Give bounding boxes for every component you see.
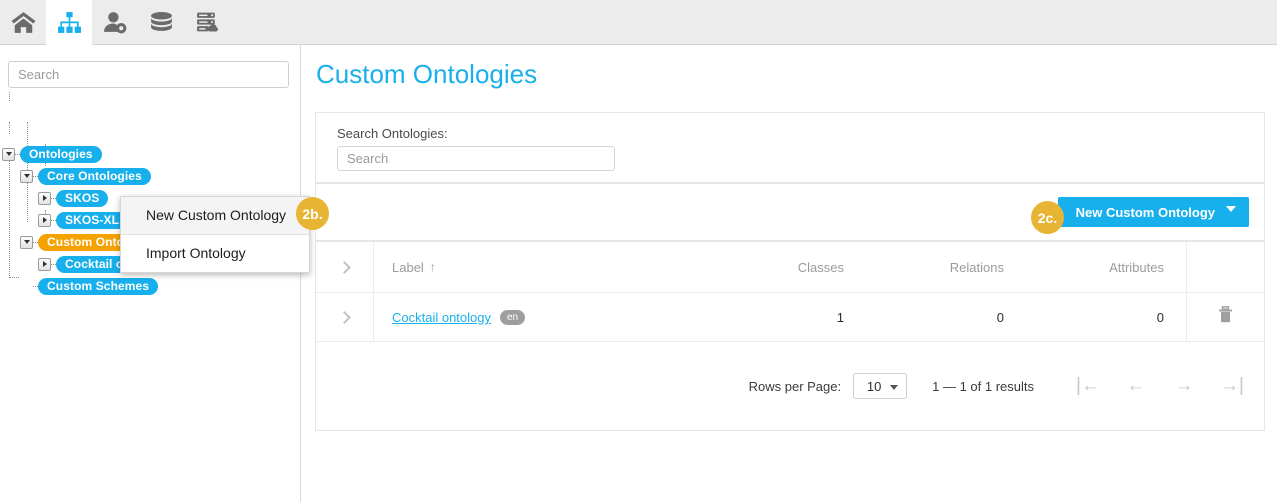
ontology-link[interactable]: Cocktail ontology (392, 310, 491, 325)
rows-per-page-value: 10 (866, 378, 882, 394)
pagination-next-button[interactable]: → (1160, 368, 1208, 404)
trash-icon (1218, 306, 1233, 328)
column-header-label-text: Label (392, 259, 424, 275)
tree-node-core-ontologies[interactable]: Core Ontologies (20, 167, 151, 185)
hierarchy-icon (57, 11, 82, 34)
server-cloud-icon (195, 11, 220, 34)
tree-node-skos[interactable]: SKOS (38, 189, 109, 207)
tree-node-label: SKOS-XL (56, 211, 129, 229)
results-count-text: 1 — 1 of 1 results (932, 378, 1034, 394)
ontologies-table-card: Label ↑ Classes Relations Attributes Coc… (315, 241, 1265, 431)
rows-per-page-select[interactable]: 10 (853, 373, 908, 399)
chevron-down-icon (23, 174, 30, 178)
tree-node-label: Core Ontologies (38, 167, 151, 185)
toolbar-tab-home[interactable] (0, 0, 46, 45)
tree-connector (9, 160, 10, 278)
pagination-first-button[interactable]: |← (1064, 368, 1112, 404)
column-header-label[interactable]: Label ↑ (374, 260, 706, 275)
tree-toggle-ontologies[interactable] (2, 147, 15, 161)
chevron-right-icon (42, 195, 47, 201)
tree-connector (9, 122, 10, 134)
chevron-down-icon (890, 385, 899, 390)
pagination-prev-button[interactable]: ← (1112, 368, 1160, 404)
tree-toggle-skos-xl[interactable] (38, 213, 51, 227)
table-row[interactable]: Cocktail ontology en 1 0 0 (316, 293, 1264, 342)
row-classes-count: 1 (836, 309, 844, 325)
column-header-relations[interactable]: Relations (866, 260, 1026, 275)
language-badge: en (500, 309, 526, 325)
tree-connector (9, 277, 19, 278)
tree-toggle-skos[interactable] (38, 191, 51, 205)
main-content: Custom Ontologies Search Ontologies: New… (302, 45, 1277, 502)
chevron-right-icon (42, 261, 47, 267)
table-header-row: Label ↑ Classes Relations Attributes (316, 242, 1264, 293)
tree-toggle-spacer (20, 280, 33, 293)
context-menu-item-new-custom-ontology[interactable]: New Custom Ontology (121, 197, 309, 234)
tree-node-label: SKOS (56, 189, 109, 207)
toolbar-tab-users[interactable] (92, 0, 138, 45)
chevron-right-icon (338, 260, 351, 274)
tree-node-label: Ontologies (20, 145, 102, 163)
tree-toggle-cocktail-ontology[interactable] (38, 257, 51, 271)
tree-toggle-custom-ontologies[interactable] (20, 235, 33, 249)
search-ontologies-label: Search Ontologies: (337, 126, 448, 141)
column-header-attributes[interactable]: Attributes (1026, 260, 1186, 275)
rows-per-page-label: Rows per Page: (748, 378, 842, 394)
sort-ascending-icon: ↑ (429, 260, 436, 274)
toolbar-tab-servers[interactable] (184, 0, 230, 45)
search-ontologies-input[interactable] (337, 146, 615, 171)
database-icon (149, 11, 174, 34)
row-relations-count: 0 (996, 309, 1004, 325)
tree-node-custom-schemes[interactable]: Custom Schemes (20, 277, 159, 295)
chevron-down-icon (23, 240, 30, 244)
ontology-tree: Ontologies Core Ontologies SKOS SKOS-XL … (0, 92, 301, 500)
tree-node-label: Custom Schemes (38, 277, 159, 295)
action-bar-card: New Custom Ontology (315, 183, 1265, 241)
table-pagination: Rows per Page: 10 1 — 1 of 1 results |← … (316, 342, 1264, 430)
chevron-right-icon (338, 310, 351, 324)
row-expand-toggle[interactable] (316, 293, 374, 341)
page-title: Custom Ontologies (316, 59, 538, 89)
app-toolbar (0, 0, 1277, 45)
new-custom-ontology-button[interactable]: New Custom Ontology (1057, 197, 1249, 227)
step-badge-2c: 2c. (1031, 201, 1064, 234)
sidebar-search-input[interactable] (8, 61, 289, 88)
column-header-actions (1186, 242, 1264, 292)
home-icon (11, 11, 36, 34)
tree-node-skos-xl[interactable]: SKOS-XL (38, 211, 129, 229)
tree-toggle-core-ontologies[interactable] (20, 169, 33, 183)
tree-node-ontologies[interactable]: Ontologies (2, 145, 102, 163)
toolbar-tab-ontologies[interactable] (46, 0, 92, 45)
tree-connector (9, 92, 10, 101)
tree-context-menu: New Custom Ontology Import Ontology (120, 196, 310, 273)
column-header-classes[interactable]: Classes (706, 260, 866, 275)
user-settings-icon (103, 11, 128, 34)
row-label-cell: Cocktail ontology en (374, 309, 706, 325)
row-attributes-count: 0 (1156, 309, 1164, 325)
chevron-down-icon (5, 152, 12, 156)
step-badge-2b: 2b. (296, 197, 329, 230)
context-menu-item-import-ontology[interactable]: Import Ontology (121, 235, 309, 272)
expand-all-cell[interactable] (316, 242, 374, 292)
row-delete-cell[interactable] (1186, 293, 1264, 341)
sidebar-panel: Ontologies Core Ontologies SKOS SKOS-XL … (0, 45, 301, 502)
pagination-last-button[interactable]: →| (1208, 368, 1256, 404)
toolbar-tab-data[interactable] (138, 0, 184, 45)
chevron-right-icon (42, 217, 47, 223)
search-ontologies-card: Search Ontologies: (315, 112, 1265, 183)
